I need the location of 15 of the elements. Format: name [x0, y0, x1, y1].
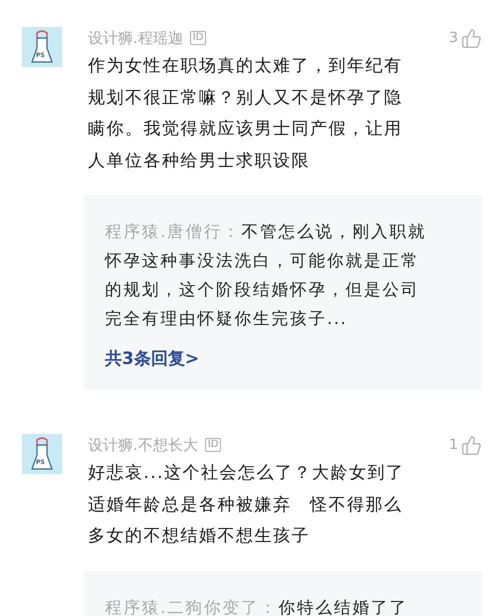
reply-text: 程序猿.唐僧行：不管怎么说，刚入职就 怀孕这种事没法洗白，可能你就是正常 的规划，这个阶段结婚怀孕，但是公司 完全有理由怀疑你生完孩子...: [105, 221, 428, 330]
more-replies-link[interactable]: 共3条回复>: [105, 347, 200, 370]
thumbs-up-icon[interactable]: [461, 28, 482, 48]
reply-text: 程序猿.二狗你变了：你特么结婚了了: [105, 596, 409, 616]
apron-icon: [30, 30, 54, 64]
like-count: 1: [449, 437, 458, 453]
id-tag: ID: [204, 438, 222, 452]
like-count: 3: [449, 30, 458, 46]
thumbs-up-icon[interactable]: [461, 434, 482, 456]
comment-text: 好悲哀...这个社会怎么了？大龄女到了 适婚年龄总是各种被嫌弃 怪不得那么 多女的不想结婚不想生孩子: [88, 462, 406, 548]
id-tag: ID: [190, 31, 206, 45]
author-name: 设计狮.不想长大: [88, 436, 198, 454]
author-name: 设计狮.程瑶迦: [88, 28, 183, 48]
comment-text: 作为女性在职场真的太难了，到年纪有 规划不很正常嘛？别人又不是怀孕了隐 瞒你。我觉得就应该男士同产假，让用 人单位各种给男士求职设限: [88, 55, 404, 172]
apron-icon: [30, 437, 54, 471]
